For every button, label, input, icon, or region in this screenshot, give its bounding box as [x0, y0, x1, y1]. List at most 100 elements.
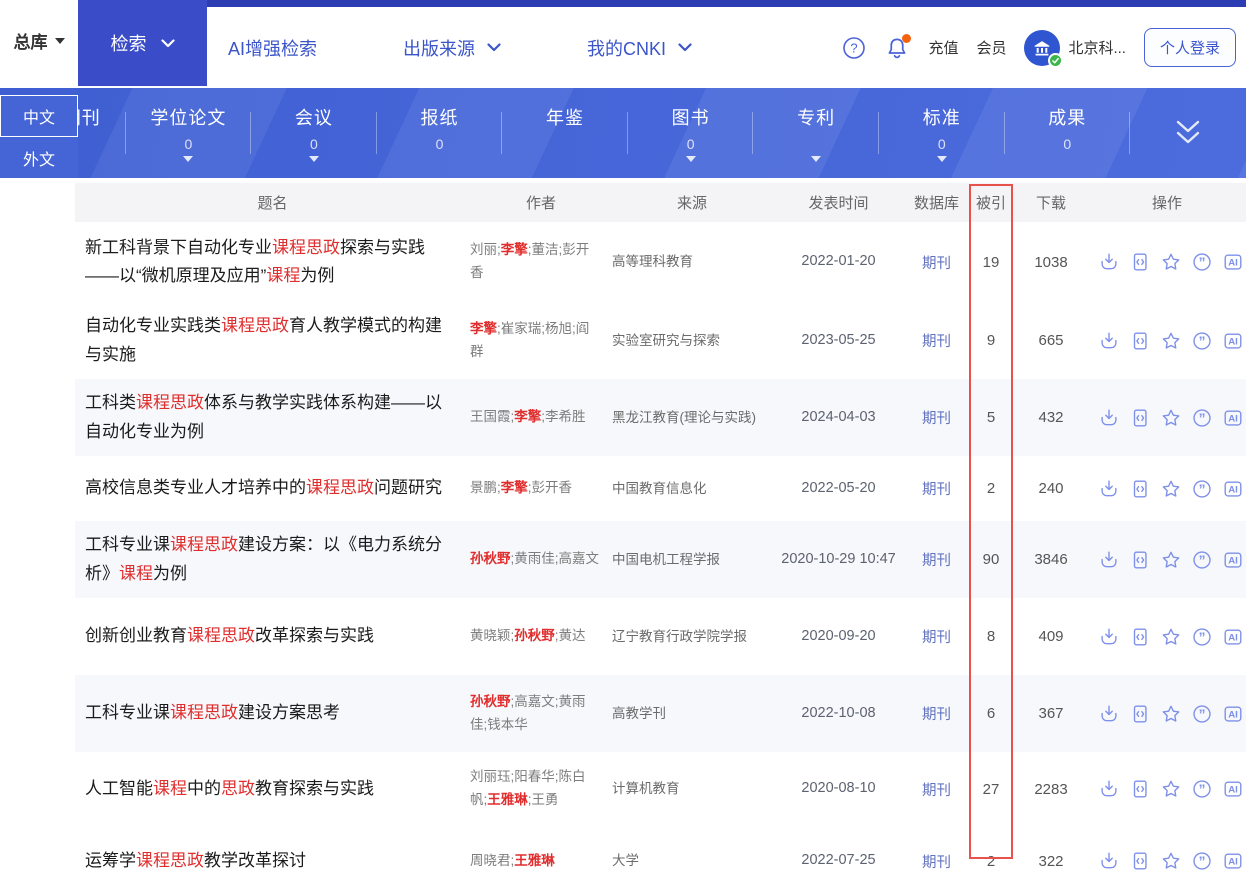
quote-icon[interactable]: ”: [1191, 549, 1213, 571]
ai-icon[interactable]: AI: [1222, 703, 1244, 725]
html-read-icon[interactable]: [1129, 778, 1151, 800]
result-title-link[interactable]: 工科专业课课程思政建设方案：以《电力系统分析》课程为例: [75, 523, 470, 595]
result-database-link[interactable]: 期刊: [905, 407, 968, 428]
ai-icon[interactable]: AI: [1222, 407, 1244, 429]
favorite-star-icon[interactable]: [1160, 407, 1182, 429]
caret-down-icon[interactable]: [308, 156, 319, 162]
ai-icon[interactable]: AI: [1222, 778, 1244, 800]
doc-type-tab-4[interactable]: 年鉴: [502, 88, 628, 178]
html-read-icon[interactable]: [1129, 330, 1151, 352]
ai-icon[interactable]: AI: [1222, 626, 1244, 648]
caret-down-icon[interactable]: [685, 156, 696, 162]
doc-type-tab-2[interactable]: 会议 0: [251, 88, 377, 178]
caret-down-icon[interactable]: [183, 156, 194, 162]
download-icon[interactable]: [1098, 549, 1120, 571]
result-title-link[interactable]: 运筹学课程思政教学改革探讨: [75, 839, 470, 871]
result-database-link[interactable]: 期刊: [905, 478, 968, 499]
result-cited-count[interactable]: 90: [968, 551, 1014, 568]
result-authors[interactable]: 黄晓颖;孙秋野;黄达: [470, 625, 612, 648]
language-option-0[interactable]: 中文: [0, 95, 78, 137]
html-read-icon[interactable]: [1129, 703, 1151, 725]
html-read-icon[interactable]: [1129, 407, 1151, 429]
search-nav-tab[interactable]: 检索: [78, 0, 207, 86]
download-icon[interactable]: [1098, 626, 1120, 648]
result-title-link[interactable]: 工科类课程思政体系与教学实践体系构建——以自动化专业为例: [75, 381, 470, 453]
download-icon[interactable]: [1098, 407, 1120, 429]
download-icon[interactable]: [1098, 778, 1120, 800]
result-database-link[interactable]: 期刊: [905, 851, 968, 871]
ai-icon[interactable]: AI: [1222, 251, 1244, 273]
doc-type-tab-5[interactable]: 图书 0: [628, 88, 754, 178]
result-database-link[interactable]: 期刊: [905, 549, 968, 570]
result-source-link[interactable]: 高教学刊: [612, 703, 772, 725]
institution-account[interactable]: 北京科...: [1024, 29, 1126, 68]
result-cited-count[interactable]: 27: [968, 781, 1014, 798]
doc-type-tab-7[interactable]: 标准 0: [879, 88, 1005, 178]
language-option-1[interactable]: 外文: [0, 137, 78, 179]
header-date[interactable]: 发表时间: [772, 192, 905, 213]
result-source-link[interactable]: 辽宁教育行政学院学报: [612, 626, 772, 648]
result-title-link[interactable]: 高校信息类专业人才培养中的课程思政问题研究: [75, 466, 470, 510]
result-title-link[interactable]: 创新创业教育课程思政改革探索与实践: [75, 614, 470, 658]
result-cited-count[interactable]: 19: [968, 254, 1014, 271]
favorite-star-icon[interactable]: [1160, 478, 1182, 500]
favorite-star-icon[interactable]: [1160, 626, 1182, 648]
result-authors[interactable]: 孙秋野;高嘉文;黄雨佳;钱本华: [470, 691, 612, 737]
quote-icon[interactable]: ”: [1191, 703, 1213, 725]
download-icon[interactable]: [1098, 850, 1120, 871]
nav-item-1[interactable]: 出版来源: [403, 35, 501, 61]
header-title[interactable]: 题名: [75, 192, 470, 213]
caret-down-icon[interactable]: [811, 156, 822, 162]
result-source-link[interactable]: 中国电机工程学报: [612, 549, 772, 571]
download-icon[interactable]: [1098, 330, 1120, 352]
personal-login-button[interactable]: 个人登录: [1143, 28, 1236, 67]
member-link[interactable]: 会员: [976, 37, 1006, 58]
nav-item-2[interactable]: 我的CNKI: [587, 35, 692, 61]
result-title-link[interactable]: 自动化专业实践类课程思政育人教学模式的构建与实施: [75, 304, 470, 376]
result-authors[interactable]: 王国霞;李擎;李希胜: [470, 406, 612, 429]
favorite-star-icon[interactable]: [1160, 850, 1182, 871]
html-read-icon[interactable]: [1129, 626, 1151, 648]
result-authors[interactable]: 刘丽;李擎;董洁;彭开香: [470, 239, 612, 285]
more-doc-types-button[interactable]: [1130, 88, 1246, 178]
table-row[interactable]: 人工智能课程中的思政教育探索与实践 刘丽珏;阳春华;陈白帆;王雅琳;王勇 计算机…: [75, 752, 1246, 826]
doc-type-tab-1[interactable]: 学位论文 0: [126, 88, 252, 178]
quote-icon[interactable]: ”: [1191, 251, 1213, 273]
quote-icon[interactable]: ”: [1191, 850, 1213, 871]
result-database-link[interactable]: 期刊: [905, 330, 968, 351]
recharge-link[interactable]: 充值: [928, 37, 958, 58]
notification-bell-icon[interactable]: [884, 33, 912, 61]
html-read-icon[interactable]: [1129, 478, 1151, 500]
quote-icon[interactable]: ”: [1191, 407, 1213, 429]
favorite-star-icon[interactable]: [1160, 778, 1182, 800]
result-source-link[interactable]: 黑龙江教育(理论与实践): [612, 407, 772, 429]
html-read-icon[interactable]: [1129, 549, 1151, 571]
table-row[interactable]: 自动化专业实践类课程思政育人教学模式的构建与实施 李擎;崔家瑞;杨旭;阎群 实验…: [75, 302, 1246, 379]
html-read-icon[interactable]: [1129, 850, 1151, 871]
table-row[interactable]: 高校信息类专业人才培养中的课程思政问题研究 景鹏;李擎;彭开香 中国教育信息化 …: [75, 456, 1246, 521]
caret-down-icon[interactable]: [936, 156, 947, 162]
result-cited-count[interactable]: 5: [968, 409, 1014, 426]
result-authors[interactable]: 周晓君;王雅琳: [470, 850, 612, 871]
quote-icon[interactable]: ”: [1191, 478, 1213, 500]
table-row[interactable]: 工科专业课课程思政建设方案思考 孙秋野;高嘉文;黄雨佳;钱本华 高教学刊 202…: [75, 675, 1246, 752]
result-authors[interactable]: 李擎;崔家瑞;杨旭;阎群: [470, 318, 612, 364]
ai-icon[interactable]: AI: [1222, 850, 1244, 871]
result-title-link[interactable]: 人工智能课程中的思政教育探索与实践: [75, 767, 470, 811]
table-row[interactable]: 运筹学课程思政教学改革探讨 周晓君;王雅琳 大学 2022-07-25 期刊 2…: [75, 826, 1246, 871]
favorite-star-icon[interactable]: [1160, 549, 1182, 571]
header-cited[interactable]: 被引: [968, 192, 1014, 213]
table-row[interactable]: 工科类课程思政体系与教学实践体系构建——以自动化专业为例 王国霞;李擎;李希胜 …: [75, 379, 1246, 456]
ai-icon[interactable]: AI: [1222, 330, 1244, 352]
result-source-link[interactable]: 大学: [612, 850, 772, 871]
nav-item-0[interactable]: AI增强检索: [228, 35, 317, 61]
download-icon[interactable]: [1098, 478, 1120, 500]
download-icon[interactable]: [1098, 703, 1120, 725]
result-source-link[interactable]: 中国教育信息化: [612, 478, 772, 500]
result-cited-count[interactable]: 8: [968, 628, 1014, 645]
header-download[interactable]: 下载: [1014, 192, 1088, 213]
result-cited-count[interactable]: 6: [968, 705, 1014, 722]
table-row[interactable]: 新工科背景下自动化专业课程思政探索与实践——以“微机原理及应用”课程为例 刘丽;…: [75, 222, 1246, 302]
download-icon[interactable]: [1098, 251, 1120, 273]
header-authors[interactable]: 作者: [470, 192, 612, 213]
